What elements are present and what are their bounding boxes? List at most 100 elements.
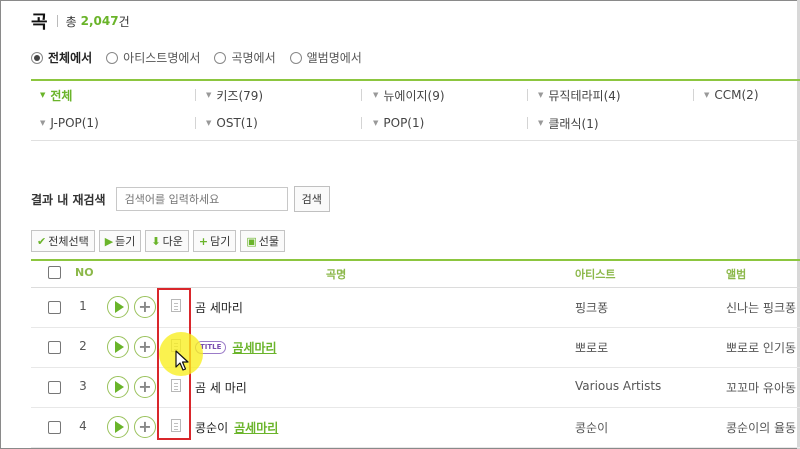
play-icon: ▶: [104, 234, 114, 248]
play-button[interactable]: [107, 336, 129, 358]
table-row: 3 + 곰 세 마리 Various Artists 꼬꼬마 유아동: [31, 367, 800, 408]
artist-name[interactable]: 핑크퐁: [575, 299, 608, 316]
album-name[interactable]: 신나는 핑크퐁: [726, 299, 800, 316]
song-title-link[interactable]: 곰세마리: [232, 339, 276, 356]
listen-button[interactable]: ▶ 듣기: [98, 230, 142, 252]
divider: [195, 117, 196, 129]
add-to-playlist-button[interactable]: + 담기: [192, 230, 237, 252]
radio-album[interactable]: 앨범명에서: [289, 49, 362, 66]
header-album: 앨범: [726, 268, 747, 281]
button-label: 듣기: [115, 235, 136, 248]
play-icon: [115, 381, 124, 393]
play-button[interactable]: [107, 296, 129, 318]
download-icon: ⬇: [151, 234, 161, 248]
song-cell: 곰 세마리: [195, 299, 243, 316]
genre-all[interactable]: ▼ 전체: [40, 82, 72, 108]
genre-label: 클래식(1): [548, 116, 599, 131]
radio-label: 앨범명에서: [306, 51, 362, 65]
genre-jpop[interactable]: ▼ J-POP(1): [40, 110, 99, 136]
genre-classic[interactable]: ▼ 클래식(1): [538, 110, 599, 136]
download-button[interactable]: ⬇ 다운: [145, 230, 189, 252]
genre-label: 뮤직테라피(4): [548, 88, 621, 103]
research-search-button[interactable]: 검색: [293, 186, 330, 212]
artist-name[interactable]: 뽀로로: [575, 339, 608, 356]
action-toolbar: ✔ 전체선택 ▶ 듣기 ⬇ 다운 + 담기 ▣ 선물: [31, 230, 289, 252]
song-title[interactable]: 곰 세 마리: [195, 379, 247, 396]
triangle-down-icon: ▼: [704, 91, 710, 99]
add-button[interactable]: +: [134, 376, 156, 398]
table-header: NO 곡명 아티스트 앨범: [31, 259, 800, 288]
count-unit: 건: [118, 14, 130, 29]
research-label: 결과 내 재검색: [31, 192, 106, 207]
artist-name[interactable]: Various Artists: [575, 379, 661, 393]
radio-all[interactable]: 전체에서: [31, 49, 92, 66]
header-no: NO: [75, 266, 94, 279]
play-button[interactable]: [107, 376, 129, 398]
album-name[interactable]: 뽀로로 인기동: [726, 339, 800, 356]
genre-newage[interactable]: ▼ 뉴에이지(9): [373, 82, 445, 108]
add-button[interactable]: +: [134, 296, 156, 318]
genre-ccm[interactable]: ▼ CCM(2): [704, 82, 759, 108]
radio-label: 곡명에서: [231, 51, 276, 65]
triangle-down-icon: ▼: [373, 91, 379, 99]
row-number: 2: [79, 339, 87, 353]
radio-dot: [106, 51, 119, 64]
artist-name[interactable]: 콩순이: [575, 419, 608, 436]
row-checkbox[interactable]: [48, 381, 61, 394]
result-count: 2,047: [80, 14, 119, 28]
album-name[interactable]: 콩순이의 율동: [726, 419, 800, 436]
row-number: 1: [79, 299, 87, 313]
section-heading: 곡 총 2,047 건: [31, 6, 130, 36]
radio-label: 전체에서: [48, 51, 93, 65]
row-checkbox[interactable]: [48, 421, 61, 434]
triangle-down-icon: ▼: [373, 119, 379, 127]
row-number: 3: [79, 379, 87, 393]
song-cell: 콩순이 곰세마리: [195, 419, 278, 436]
triangle-down-icon: ▼: [538, 119, 544, 127]
section-title: 곡: [31, 12, 48, 33]
play-icon: [115, 301, 124, 313]
select-all-button[interactable]: ✔ 전체선택: [31, 230, 95, 252]
play-button[interactable]: [107, 416, 129, 438]
genre-label: POP(1): [383, 116, 425, 130]
song-title[interactable]: 곰 세마리: [195, 299, 243, 316]
search-scope-radios: 전체에서 아티스트명에서 곡명에서 앨범명에서: [31, 49, 376, 66]
check-icon: ✔: [37, 234, 47, 248]
divider: [361, 89, 362, 101]
row-number: 4: [79, 419, 87, 433]
radio-artist[interactable]: 아티스트명에서: [106, 49, 200, 66]
gift-button[interactable]: ▣ 선물: [240, 230, 286, 252]
gift-icon: ▣: [246, 234, 257, 248]
genre-label: J-POP(1): [50, 116, 99, 130]
mouse-pointer-icon: [175, 350, 189, 371]
table-row: 4 + 콩순이 곰세마리 콩순이 콩순이의 율동: [31, 407, 800, 448]
row-checkbox[interactable]: [48, 301, 61, 314]
genre-label: 전체: [50, 88, 73, 103]
genre-kids[interactable]: ▼ 키즈(79): [206, 82, 263, 108]
radio-dot: [214, 51, 227, 64]
genre-label: 뉴에이지(9): [383, 88, 445, 103]
divider: [56, 15, 58, 27]
button-label: 담기: [210, 235, 231, 248]
row-checkbox[interactable]: [48, 341, 61, 354]
research-input[interactable]: [115, 187, 288, 211]
radio-dot: [289, 51, 302, 64]
select-all-checkbox[interactable]: [48, 266, 61, 279]
total-label: 총: [65, 14, 77, 29]
header-artist: 아티스트: [575, 268, 616, 281]
genre-ost[interactable]: ▼ OST(1): [206, 110, 258, 136]
add-button[interactable]: +: [134, 416, 156, 438]
add-button[interactable]: +: [134, 336, 156, 358]
triangle-down-icon: ▼: [206, 91, 212, 99]
song-title-link[interactable]: 곰세마리: [234, 419, 278, 436]
triangle-down-icon: ▼: [206, 119, 212, 127]
genre-musictherapy[interactable]: ▼ 뮤직테라피(4): [538, 82, 621, 108]
album-name[interactable]: 꼬꼬마 유아동: [726, 379, 800, 396]
triangle-down-icon: ▼: [40, 119, 46, 127]
song-cell: 곰 세 마리: [195, 379, 247, 396]
plus-icon: +: [138, 297, 152, 316]
radio-label: 아티스트명에서: [123, 51, 201, 65]
plus-icon: +: [198, 234, 209, 248]
radio-song[interactable]: 곡명에서: [214, 49, 276, 66]
genre-pop[interactable]: ▼ POP(1): [373, 110, 424, 136]
